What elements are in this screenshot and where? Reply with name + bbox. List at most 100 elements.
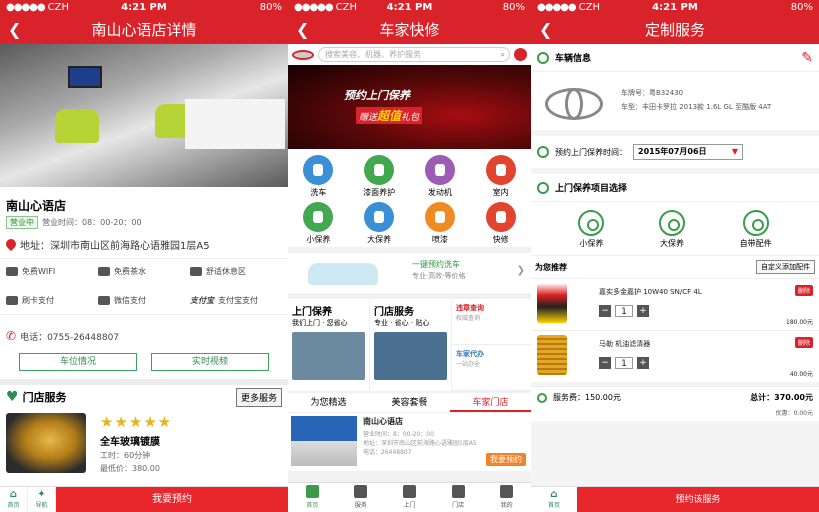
search-bar: 搜索美容、机器、养护服务 ⌕ (288, 44, 531, 65)
facility-wechat: 微信支付 (98, 295, 190, 306)
option-major[interactable]: 大保养 (658, 210, 685, 249)
service-grid-item[interactable]: 快修 (470, 202, 531, 245)
book-button[interactable]: 我要预约 (486, 453, 526, 466)
tv-screen (68, 66, 102, 88)
address-row[interactable]: 地址：深圳市南山区前海路心语雅园1层A5 (0, 229, 288, 258)
total: 总计：370.00元 (750, 393, 813, 402)
card-icon (6, 296, 18, 305)
tab-service[interactable]: 服务 (337, 483, 386, 512)
section-title: 门店服务 (22, 391, 67, 404)
wrench-icon (402, 485, 416, 498)
home-button[interactable]: ⌂ 首页 (0, 487, 28, 512)
back-icon[interactable]: ❮ (8, 16, 21, 44)
service-grid-item[interactable]: 洗车 (288, 155, 349, 198)
delete-button[interactable]: 删除 (794, 337, 813, 348)
gear-icon (578, 210, 605, 236)
add-part-button[interactable]: 自定义添加配件 (756, 260, 815, 274)
service-name: 全车玻璃镀膜 (100, 437, 160, 448)
service-grid-item[interactable]: 大保养 (349, 202, 410, 245)
promo-banner[interactable]: 预约上门保养 赠送超值礼包 (288, 65, 531, 149)
service-grid-item[interactable]: 小保养 (288, 202, 349, 245)
product-price: 180.00元 (786, 319, 813, 326)
service-icon (485, 202, 516, 232)
agent-service-link[interactable]: 车家代办 一站办全 (452, 345, 531, 391)
home-button[interactable]: ⌂ 首页 (531, 487, 577, 512)
service-item[interactable]: ★★★★★ 全车玻璃镀膜 工时：60分钟 最低价：380.00 (0, 409, 288, 478)
back-icon[interactable]: ❮ (539, 16, 552, 44)
store-info: 南山心语店 营业时间：8：00-20：00 地址：深圳市南山区前海路心语雅园1层… (357, 416, 528, 468)
minus-button[interactable]: − (599, 357, 611, 369)
home-screen: ●●●●● CZH 4:21 PM 80% ❮ 车家快修 搜索美容、机器、养护服务… (288, 0, 531, 512)
more-services-button[interactable]: 更多服务 (235, 387, 282, 407)
hours: 营业时间：08：00-20：00 (42, 218, 142, 227)
tab-stores[interactable]: 车家门店 (450, 393, 531, 412)
service-grid-item[interactable]: 发动机 (410, 155, 471, 198)
battery: 80% (259, 2, 282, 13)
section-header: ♥ 门店服务 更多服务 (0, 379, 288, 409)
wifi-icon (6, 267, 18, 276)
quantity-stepper: −1 + (599, 357, 650, 369)
store-card[interactable]: 南山心语店 营业时间：8：00-20：00 地址：深圳市南山区前海路心语雅园1层… (288, 413, 531, 471)
items-header: 上门保养项目选择 (531, 174, 819, 202)
vehicle-info: 车牌号：粤B32430 车型：丰田卡罗拉 2013款 1.6L GL 至酷版 4… (531, 72, 819, 130)
service-icon (303, 202, 334, 232)
feature-blocks: 上门保养 我们上门 · 您省心 门店服务 专业 · 省心 · 贴心 违章查询 权威… (288, 299, 531, 391)
service-price: 最低价：380.00 (100, 464, 160, 473)
service-image (6, 413, 86, 473)
service-grid-item[interactable]: 漆面养护 (349, 155, 410, 198)
plus-button[interactable]: + (637, 305, 649, 317)
service-icon (364, 155, 395, 185)
chevron-right-icon: ❯ (516, 265, 525, 276)
tab-packages[interactable]: 美容套餐 (369, 393, 450, 412)
status-bar: ●●●●● CZH 4:21 PM 80% (288, 0, 531, 16)
home-icon: ⌂ (9, 489, 18, 500)
tab-home[interactable]: 首页 (288, 483, 337, 512)
tab-store[interactable]: 门店 (434, 483, 483, 512)
cup-icon (98, 267, 110, 276)
service-icon (424, 155, 455, 185)
option-own-parts[interactable]: 自带配件 (740, 210, 772, 249)
content-tabs: 为您精选 美容套餐 车家门店 (288, 393, 531, 413)
navigate-button[interactable]: ✦ 导航 (28, 487, 56, 512)
wash-promo[interactable]: 一键预约洗车 专业·高效·等价格 ❯ (288, 253, 531, 293)
status-badge: 营业中 (6, 216, 38, 229)
car-illustration (308, 263, 378, 285)
option-minor[interactable]: 小保养 (578, 210, 605, 249)
book-service-button[interactable]: 预约该服务 (577, 487, 819, 512)
tab-door[interactable]: 上门 (385, 483, 434, 512)
date-select[interactable]: 2015年07月06日 ▼ (633, 144, 743, 160)
video-button[interactable]: 实时视频 (151, 353, 269, 371)
car-model: 车型：丰田卡罗拉 2013款 1.6L GL 至酷版 4AT (621, 103, 772, 111)
service-icon (303, 155, 334, 185)
parking-button[interactable]: 车位情况 (19, 353, 137, 371)
minus-button[interactable]: − (599, 305, 611, 317)
time-row: 预约上门保养时间： 2015年07月06日 ▼ (531, 136, 819, 168)
store-service-block[interactable]: 门店服务 专业 · 省心 · 贴心 (370, 299, 452, 391)
service-grid: 洗车 漆面养护 发动机 室内小保养 大保养 喷漆 快修 (288, 149, 531, 247)
product-name: 马勒 机油滤清器 (599, 340, 651, 348)
back-icon[interactable]: ❮ (296, 16, 309, 44)
delete-button[interactable]: 删除 (794, 285, 813, 296)
item-options: 小保养 大保养 自带配件 (531, 202, 819, 255)
service-grid-item[interactable]: 喷漆 (410, 202, 471, 245)
book-button[interactable]: 我要预约 (56, 487, 288, 512)
phone-row[interactable]: ✆ 电话：0755-26448807 (0, 314, 288, 349)
service-grid-item[interactable]: 室内 (470, 155, 531, 198)
service-icon (364, 202, 395, 232)
tab-bar: 首页 服务 上门 门店 我的 (288, 482, 531, 512)
search-input[interactable]: 搜索美容、机器、养护服务 ⌕ (318, 47, 510, 62)
tab-me[interactable]: 我的 (482, 483, 531, 512)
tab-picks[interactable]: 为您精选 (288, 393, 369, 412)
filter-image (537, 335, 567, 375)
action-buttons: 车位情况 实时视频 (0, 349, 288, 379)
home-service-block[interactable]: 上门保养 我们上门 · 您省心 (288, 299, 370, 391)
edit-icon[interactable]: ✎ (801, 50, 813, 66)
facilities: 免费WIFI 免费茶水 舒适休息区 刷卡支付 微信支付 支付宝 支付宝支付 (0, 258, 288, 306)
violation-query-link[interactable]: 违章查询 权威查询 (452, 299, 531, 345)
facility-lounge: 舒适休息区 (190, 266, 282, 277)
avatar[interactable] (514, 48, 527, 61)
store-service-photo (374, 332, 447, 380)
check-icon (537, 392, 547, 403)
user-icon (500, 485, 514, 498)
plus-button[interactable]: + (637, 357, 649, 369)
